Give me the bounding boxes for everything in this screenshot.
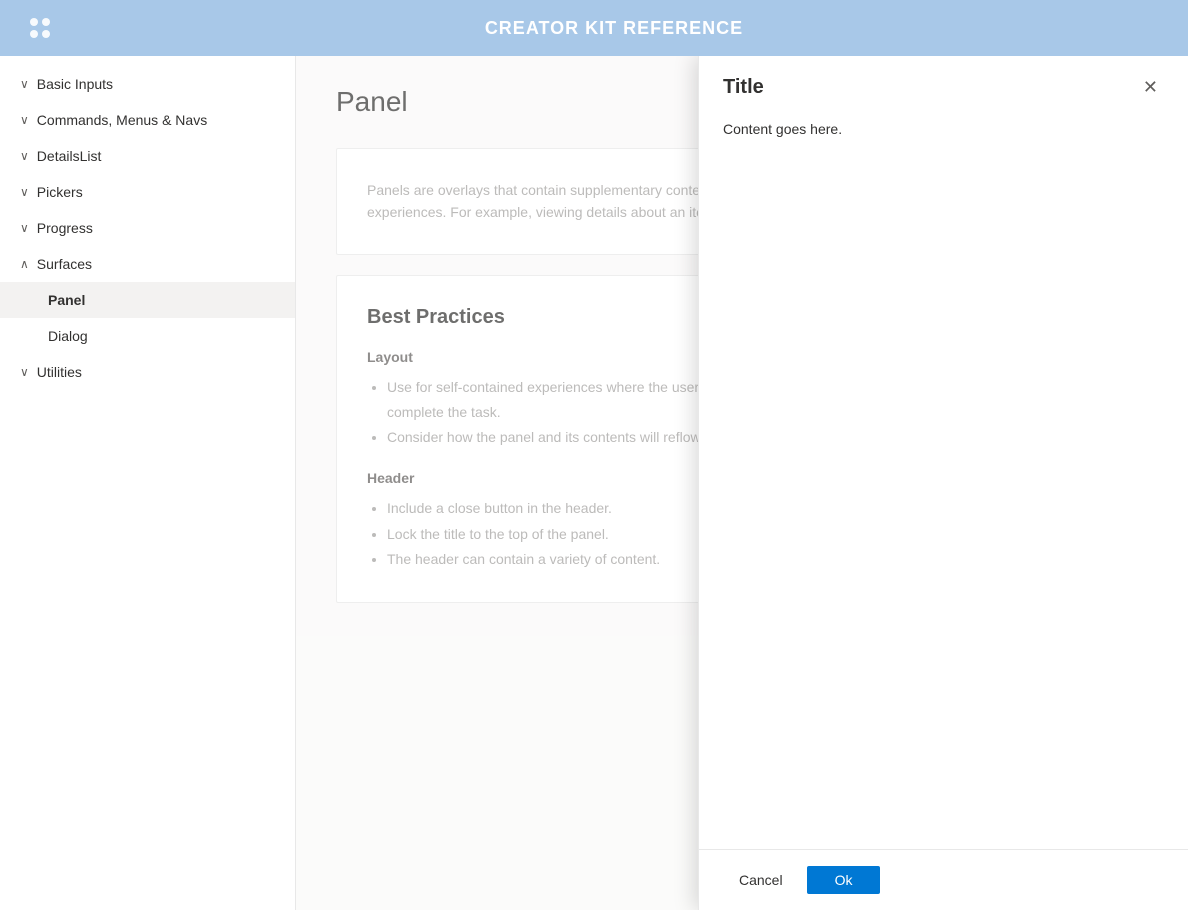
sidebar-item-progress[interactable]: ∨ Progress [0, 210, 295, 246]
dialog-content-text: Content goes here. [723, 119, 1164, 140]
main-layout: ∨ Basic Inputs ∨ Commands, Menus & Navs … [0, 56, 1188, 910]
chevron-down-icon: ∨ [20, 77, 29, 91]
dialog-overlay: Title ✕ Content goes here. Cancel Ok [698, 56, 1188, 910]
chevron-down-icon: ∨ [20, 221, 29, 235]
sidebar-item-label: Surfaces [37, 256, 92, 272]
chevron-down-icon: ∨ [20, 113, 29, 127]
sidebar-item-label: Basic Inputs [37, 76, 113, 92]
sidebar-item-label: Utilities [37, 364, 82, 380]
dialog-header: Title ✕ [699, 56, 1188, 109]
chevron-down-icon: ∨ [20, 149, 29, 163]
app-title: CREATOR KIT REFERENCE [60, 18, 1168, 39]
dialog-footer: Cancel Ok [699, 849, 1188, 910]
dialog-title: Title [723, 76, 764, 99]
sidebar-sub-item-label: Panel [48, 292, 85, 308]
sidebar-sub-item-label: Dialog [48, 328, 88, 344]
sidebar-item-utilities[interactable]: ∨ Utilities [0, 354, 295, 390]
top-bar: CREATOR KIT REFERENCE [0, 0, 1188, 56]
dialog-content: Content goes here. [699, 109, 1188, 849]
sidebar-item-surfaces[interactable]: ∧ Surfaces [0, 246, 295, 282]
sidebar-item-commands-menus-navs[interactable]: ∨ Commands, Menus & Navs [0, 102, 295, 138]
cancel-button[interactable]: Cancel [723, 866, 799, 894]
chevron-up-icon: ∧ [20, 257, 29, 271]
sidebar: ∨ Basic Inputs ∨ Commands, Menus & Navs … [0, 56, 296, 910]
sidebar-item-label: DetailsList [37, 148, 102, 164]
sidebar-item-label: Pickers [37, 184, 83, 200]
chevron-down-icon: ∨ [20, 365, 29, 379]
sidebar-item-pickers[interactable]: ∨ Pickers [0, 174, 295, 210]
dialog-box: Title ✕ Content goes here. Cancel Ok [698, 56, 1188, 910]
sidebar-item-details-list[interactable]: ∨ DetailsList [0, 138, 295, 174]
sidebar-item-label: Commands, Menus & Navs [37, 112, 207, 128]
sidebar-item-basic-inputs[interactable]: ∨ Basic Inputs [0, 66, 295, 102]
logo [20, 8, 60, 48]
sidebar-sub-item-panel[interactable]: Panel [0, 282, 295, 318]
chevron-down-icon: ∨ [20, 185, 29, 199]
sidebar-sub-item-dialog[interactable]: Dialog [0, 318, 295, 354]
dialog-close-button[interactable]: ✕ [1137, 76, 1164, 98]
sidebar-item-label: Progress [37, 220, 93, 236]
ok-button[interactable]: Ok [807, 866, 881, 894]
